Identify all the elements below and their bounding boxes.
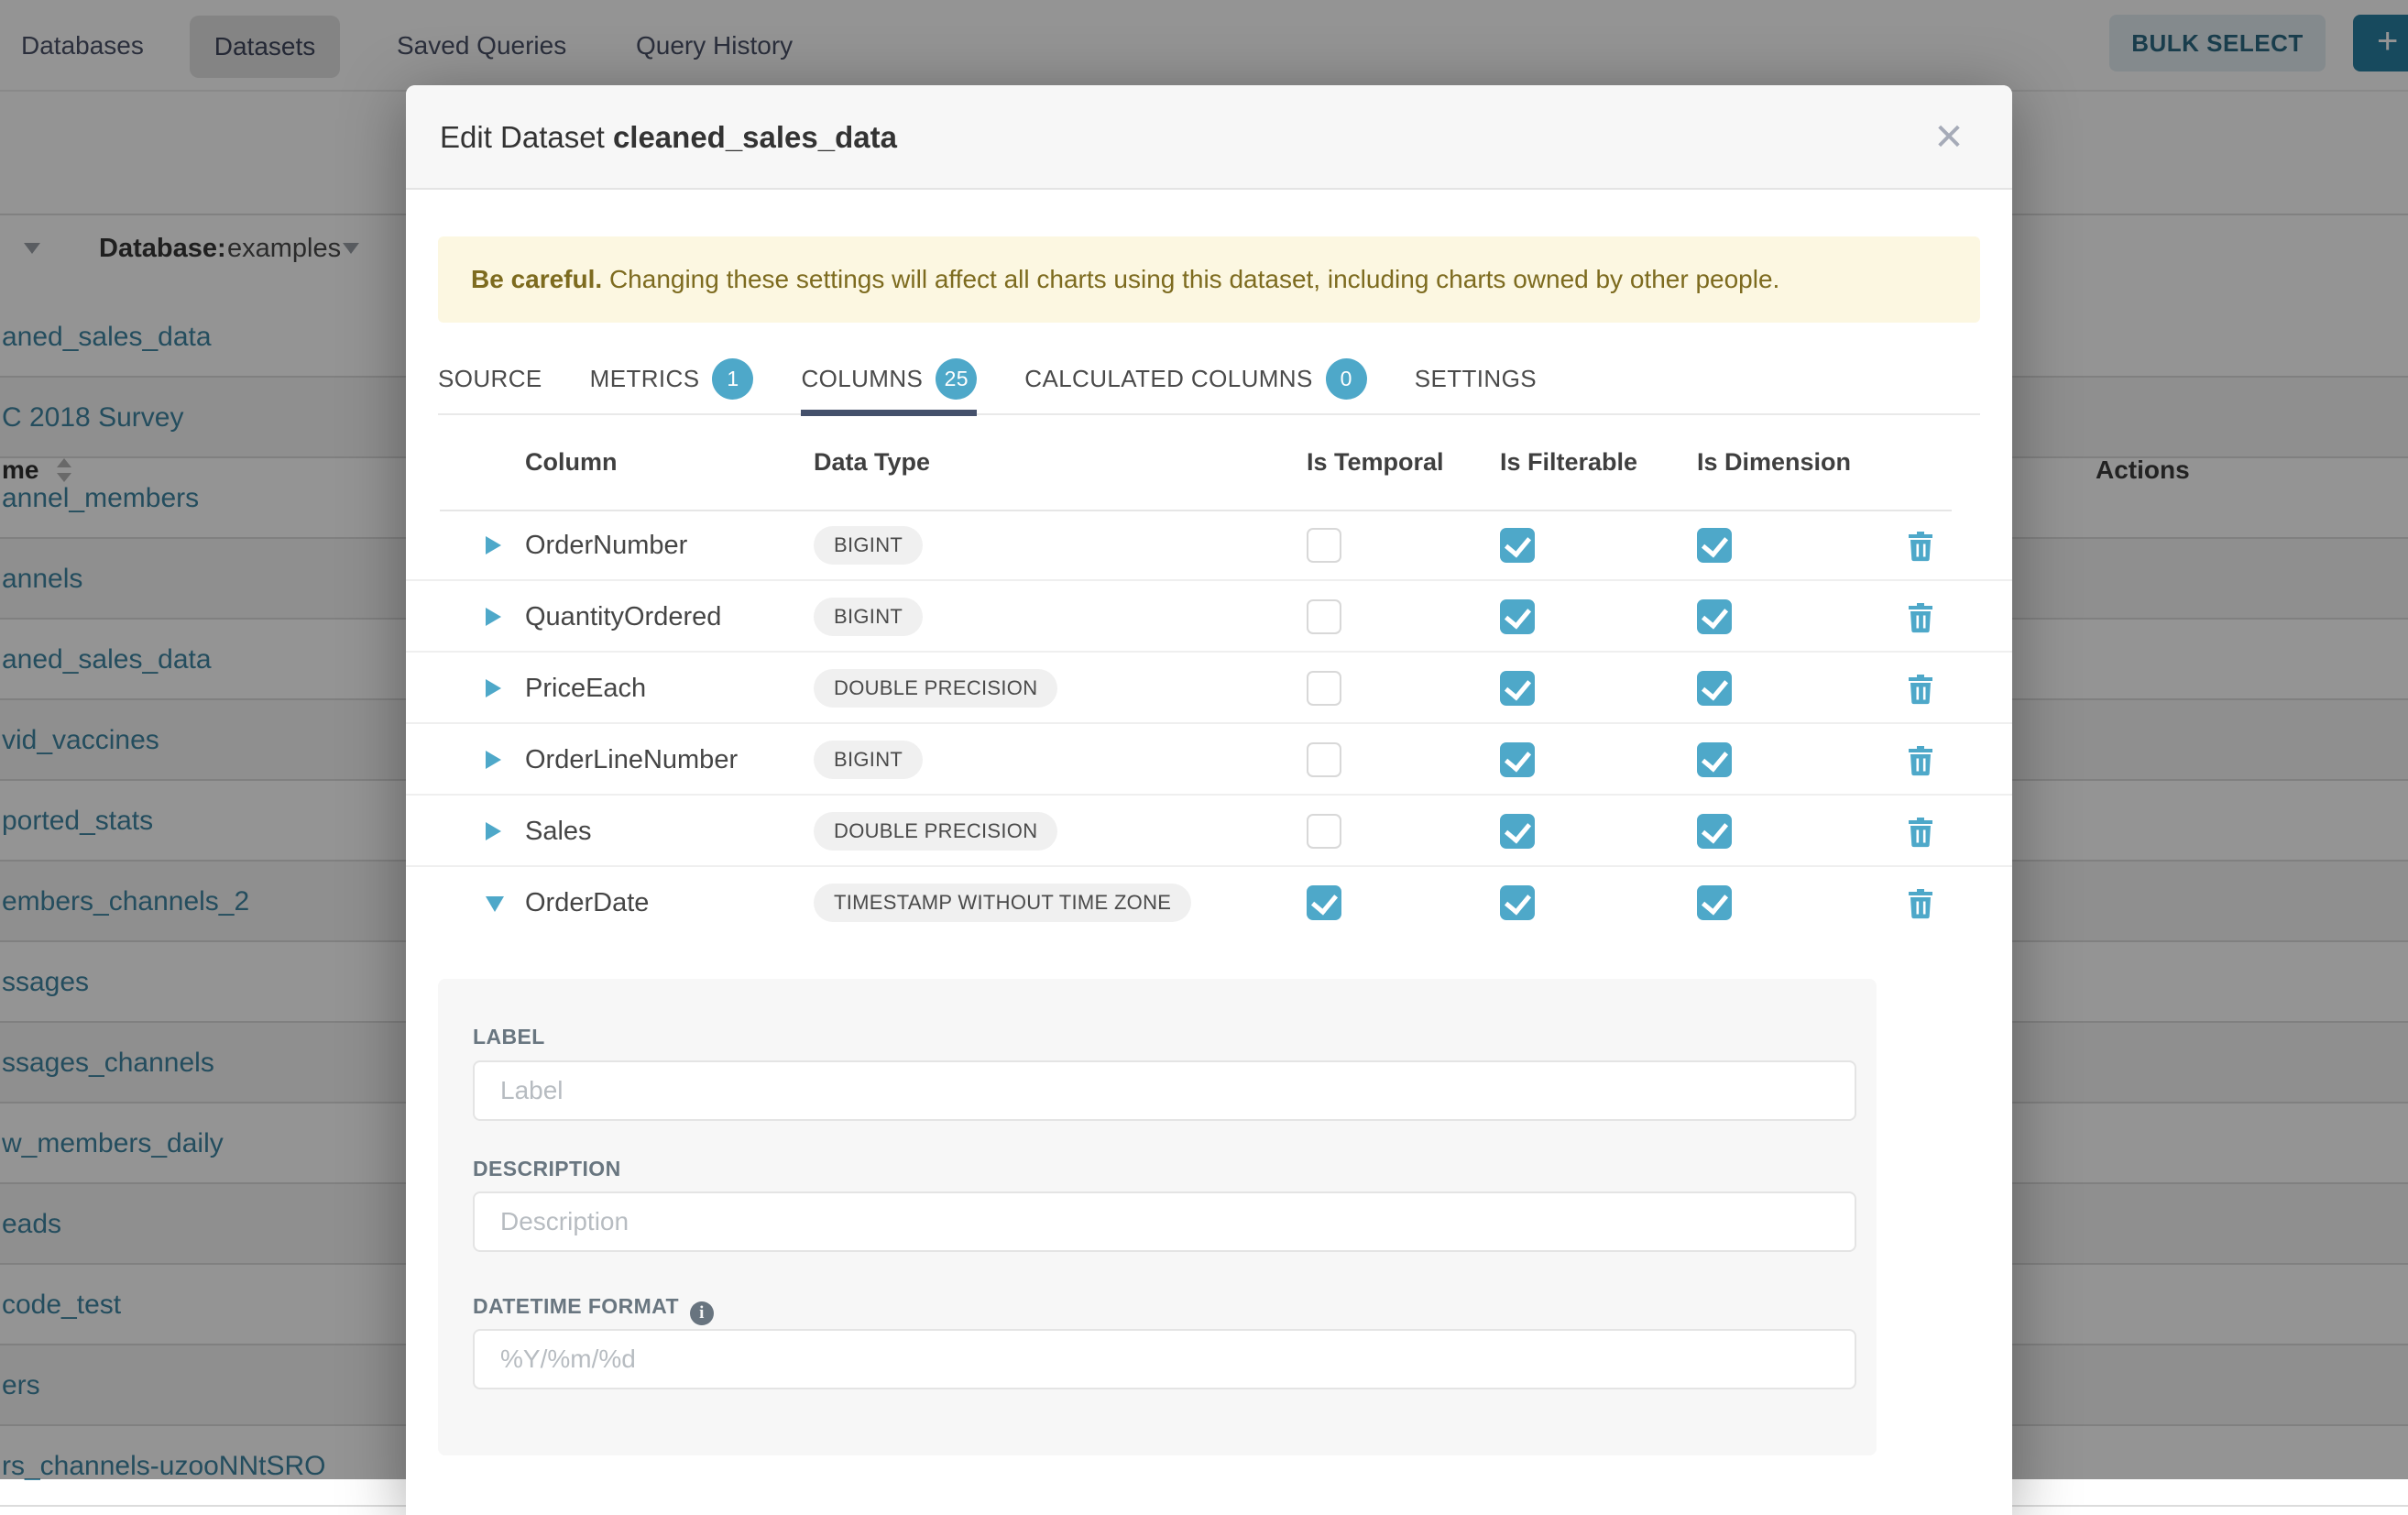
is-temporal-checkbox[interactable]: [1307, 599, 1341, 634]
column-name: OrderLineNumber: [525, 724, 738, 796]
metrics-count-badge: 1: [712, 358, 753, 400]
tab-source[interactable]: SOURCE: [438, 344, 542, 414]
column-name: QuantityOrdered: [525, 581, 721, 653]
column-row: Sales DOUBLE PRECISION: [406, 796, 2012, 867]
column-row-expanded: OrderDate TIMESTAMP WITHOUT TIME ZONE: [406, 867, 2012, 939]
tab-source-label: SOURCE: [438, 365, 542, 393]
is-dimension-checkbox[interactable]: [1697, 599, 1732, 634]
modal-header: Edit Dataset cleaned_sales_data ✕: [406, 85, 2012, 190]
is-filterable-checkbox[interactable]: [1500, 528, 1535, 563]
is-dimension-checkbox[interactable]: [1697, 528, 1732, 563]
expand-caret-icon[interactable]: [486, 679, 501, 697]
description-field-label: DESCRIPTION: [473, 1157, 621, 1181]
tab-settings-label: SETTINGS: [1415, 365, 1537, 393]
tab-settings[interactable]: SETTINGS: [1415, 344, 1537, 414]
column-row: OrderNumber BIGINT: [406, 510, 2012, 581]
delete-column-icon[interactable]: [1907, 745, 1934, 776]
modal-title: Edit Dataset cleaned_sales_data: [440, 85, 897, 190]
is-temporal-checkbox[interactable]: [1307, 528, 1341, 563]
modal-title-prefix: Edit Dataset: [440, 120, 613, 154]
delete-column-icon[interactable]: [1907, 531, 1934, 562]
is-dimension-checkbox[interactable]: [1697, 885, 1732, 920]
header-column: Column: [525, 415, 618, 510]
tab-metrics-label: METRICS: [590, 365, 700, 393]
expand-caret-icon[interactable]: [486, 608, 501, 626]
data-type-pill: BIGINT: [814, 526, 923, 565]
collapse-caret-icon[interactable]: [486, 896, 504, 912]
is-filterable-checkbox[interactable]: [1500, 885, 1535, 920]
header-is-filterable: Is Filterable: [1500, 415, 1637, 510]
column-row: OrderLineNumber BIGINT: [406, 724, 2012, 796]
warning-banner-bold: Be careful.: [471, 265, 602, 293]
is-filterable-checkbox[interactable]: [1500, 814, 1535, 849]
header-is-dimension: Is Dimension: [1697, 415, 1851, 510]
data-type-pill: DOUBLE PRECISION: [814, 812, 1057, 851]
data-type-pill: BIGINT: [814, 741, 923, 779]
delete-column-icon[interactable]: [1907, 817, 1934, 848]
column-name: Sales: [525, 796, 592, 867]
column-row: QuantityOrdered BIGINT: [406, 581, 2012, 653]
data-type-pill: BIGINT: [814, 598, 923, 636]
data-type-pill: DOUBLE PRECISION: [814, 669, 1057, 708]
is-temporal-checkbox[interactable]: [1307, 671, 1341, 706]
calculated-columns-count-badge: 0: [1326, 358, 1367, 400]
info-icon[interactable]: i: [690, 1301, 714, 1325]
tab-calculated-columns-label: CALCULATED COLUMNS: [1024, 365, 1312, 393]
tab-metrics[interactable]: METRICS 1: [590, 344, 754, 414]
close-icon[interactable]: ✕: [1924, 113, 1974, 162]
data-type-pill: TIMESTAMP WITHOUT TIME ZONE: [814, 884, 1191, 922]
expand-caret-icon[interactable]: [486, 822, 501, 840]
description-input[interactable]: [473, 1191, 1856, 1252]
columns-count-badge: 25: [936, 358, 977, 400]
delete-column-icon[interactable]: [1907, 674, 1934, 705]
tab-columns-label: COLUMNS: [801, 365, 923, 393]
is-temporal-checkbox[interactable]: [1307, 814, 1341, 849]
is-dimension-checkbox[interactable]: [1697, 671, 1732, 706]
is-temporal-checkbox[interactable]: [1307, 742, 1341, 777]
tab-columns[interactable]: COLUMNS 25: [801, 344, 977, 414]
delete-column-icon[interactable]: [1907, 602, 1934, 633]
edit-dataset-modal: Edit Dataset cleaned_sales_data ✕ Be car…: [406, 85, 2012, 1515]
is-dimension-checkbox[interactable]: [1697, 742, 1732, 777]
tab-calculated-columns[interactable]: CALCULATED COLUMNS 0: [1024, 344, 1366, 414]
modal-tabs: SOURCE METRICS 1 COLUMNS 25 CALCULATED C…: [438, 345, 1980, 415]
column-name: OrderNumber: [525, 510, 687, 581]
column-name: OrderDate: [525, 867, 649, 939]
modal-dataset-name: cleaned_sales_data: [613, 120, 897, 154]
warning-banner-text: Changing these settings will affect all …: [602, 265, 1779, 293]
column-name: PriceEach: [525, 653, 646, 724]
is-filterable-checkbox[interactable]: [1500, 599, 1535, 634]
delete-column-icon[interactable]: [1907, 888, 1934, 919]
is-dimension-checkbox[interactable]: [1697, 814, 1732, 849]
warning-banner: Be careful. Changing these settings will…: [438, 236, 1980, 323]
label-field-label: LABEL: [473, 1025, 545, 1049]
expand-caret-icon[interactable]: [486, 751, 501, 769]
header-data-type: Data Type: [814, 415, 930, 510]
datetime-format-input[interactable]: [473, 1329, 1856, 1389]
column-row: PriceEach DOUBLE PRECISION: [406, 653, 2012, 724]
datetime-format-field-label: DATETIME FORMATi: [473, 1294, 714, 1325]
is-temporal-checkbox[interactable]: [1307, 885, 1341, 920]
label-input[interactable]: [473, 1060, 1856, 1121]
expand-caret-icon[interactable]: [486, 536, 501, 554]
header-is-temporal: Is Temporal: [1307, 415, 1444, 510]
columns-table-header: Column Data Type Is Temporal Is Filterab…: [406, 415, 2012, 510]
column-detail-panel: LABEL DESCRIPTION DATETIME FORMATi: [438, 979, 1877, 1455]
is-filterable-checkbox[interactable]: [1500, 742, 1535, 777]
is-filterable-checkbox[interactable]: [1500, 671, 1535, 706]
